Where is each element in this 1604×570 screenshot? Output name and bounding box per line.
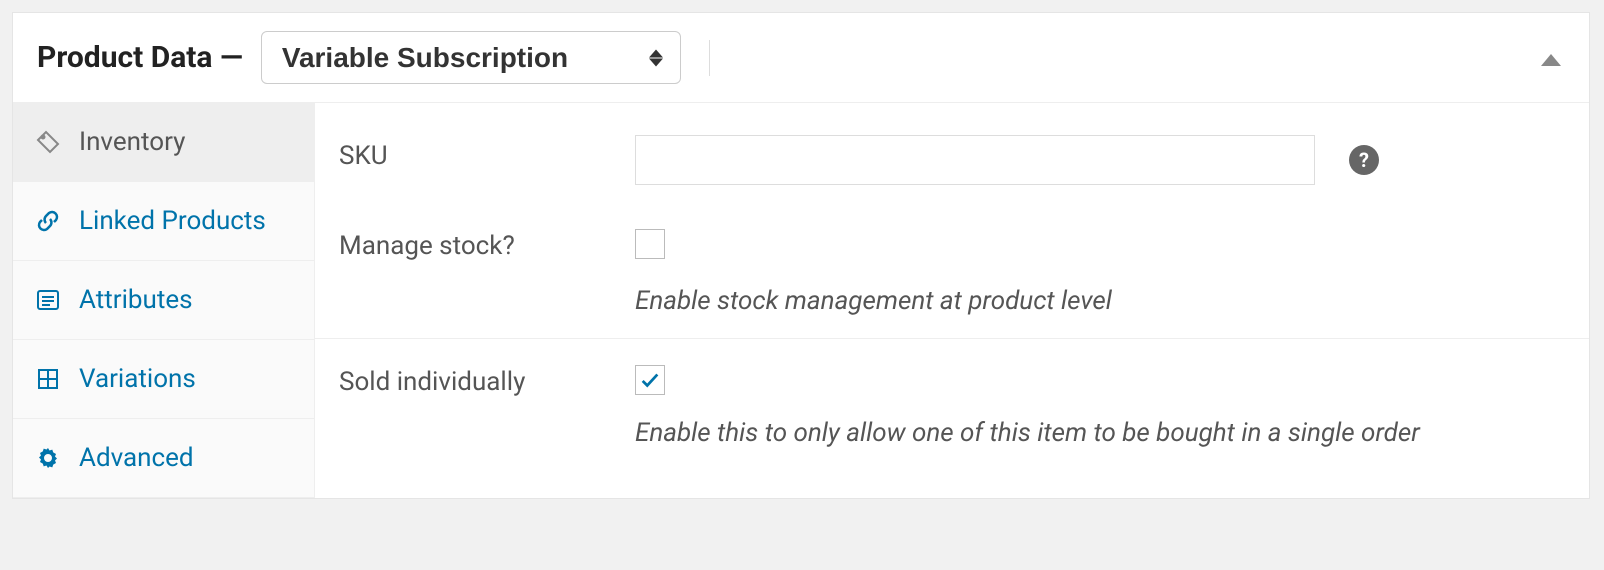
- product-type-select[interactable]: Variable Subscription: [261, 31, 681, 84]
- sold-individually-checkbox[interactable]: [635, 365, 665, 395]
- tab-variations[interactable]: Variations: [13, 340, 314, 419]
- tab-label: Linked Products: [79, 206, 266, 236]
- tabs-sidebar: Inventory Linked Products Attributes Var…: [13, 103, 315, 498]
- tab-label: Advanced: [79, 443, 194, 473]
- list-icon: [35, 287, 61, 313]
- product-type-select-wrap: Variable Subscription: [261, 31, 681, 84]
- manage-stock-label: Manage stock?: [339, 225, 635, 261]
- help-icon[interactable]: ?: [1349, 145, 1379, 175]
- grid-icon: [35, 366, 61, 392]
- panel-header: Product Data — Variable Subscription: [13, 13, 1589, 103]
- sku-input[interactable]: [635, 135, 1315, 185]
- sku-label: SKU: [339, 135, 635, 171]
- tab-label: Variations: [79, 364, 196, 394]
- tab-label: Inventory: [79, 127, 185, 157]
- field-group-sold-individually: Sold individually Enable this to only al…: [315, 339, 1589, 470]
- sold-individually-description: Enable this to only allow one of this it…: [635, 418, 1535, 448]
- product-data-panel: Product Data — Variable Subscription Inv…: [12, 12, 1590, 499]
- field-row-sku: SKU ?: [339, 135, 1565, 185]
- tag-icon: [35, 129, 61, 155]
- tab-inventory[interactable]: Inventory: [13, 103, 314, 182]
- panel-title: Product Data —: [37, 40, 243, 75]
- tab-attributes[interactable]: Attributes: [13, 261, 314, 340]
- field-group-sku-stock: SKU ? Manage stock? Enable stock managem…: [315, 113, 1589, 339]
- field-row-sold-individually: Sold individually Enable this to only al…: [339, 361, 1565, 448]
- sold-individually-label: Sold individually: [339, 361, 635, 397]
- header-divider: [709, 40, 710, 76]
- panel-body: Inventory Linked Products Attributes Var…: [13, 103, 1589, 498]
- gear-icon: [35, 445, 61, 471]
- tab-label: Attributes: [79, 285, 193, 315]
- chevron-up-icon: [1541, 54, 1561, 66]
- link-icon: [35, 208, 61, 234]
- tab-linked-products[interactable]: Linked Products: [13, 182, 314, 261]
- manage-stock-checkbox[interactable]: [635, 229, 665, 259]
- field-row-manage-stock: Manage stock? Enable stock management at…: [339, 225, 1565, 316]
- collapse-toggle[interactable]: [1541, 43, 1561, 73]
- manage-stock-description: Enable stock management at product level: [635, 286, 1535, 316]
- tab-advanced[interactable]: Advanced: [13, 419, 314, 498]
- tab-content: SKU ? Manage stock? Enable stock managem…: [315, 103, 1589, 498]
